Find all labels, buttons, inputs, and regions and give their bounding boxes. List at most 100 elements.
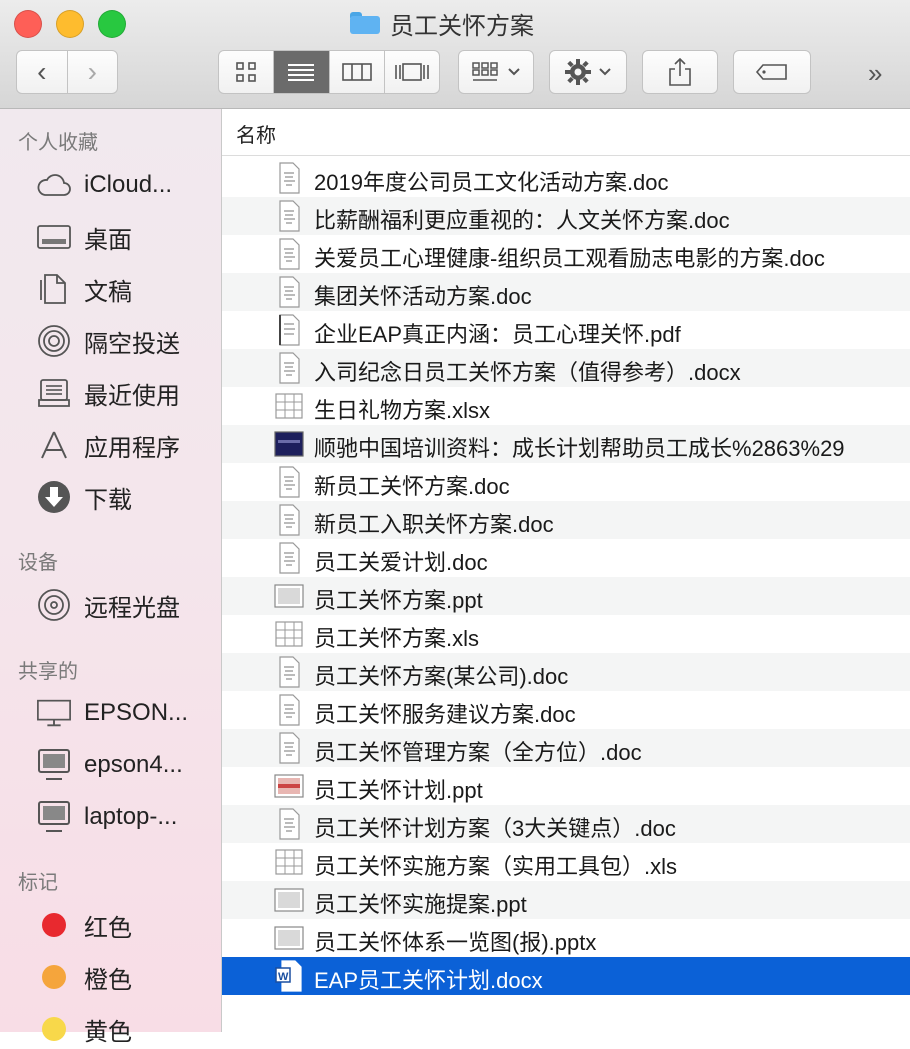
sidebar-tag-red[interactable]: 红色 (36, 905, 132, 945)
doc-file-icon (274, 276, 304, 308)
share-icon (669, 57, 691, 86)
action-menu-button[interactable] (549, 50, 627, 94)
icon-view-button[interactable] (219, 51, 273, 93)
file-row[interactable]: 企业EAP真正内涵：员工心理关怀.pdf (222, 311, 910, 349)
monitor-icon (38, 749, 70, 780)
file-name: 员工关怀方案.ppt (314, 588, 483, 613)
file-row[interactable]: 员工关怀计划方案（3大关键点）.doc (222, 805, 910, 843)
file-row[interactable]: 员工关怀方案(某公司).doc (222, 653, 910, 691)
toolbar-overflow-button[interactable]: » (868, 58, 882, 89)
gallery-view-button[interactable] (383, 51, 439, 93)
close-window-button[interactable] (14, 10, 42, 38)
sidebar-item-label: 红色 (84, 914, 132, 942)
doc-file-icon (274, 200, 304, 232)
sidebar-item-label: iCloud... (84, 171, 173, 198)
downloads-icon (38, 481, 70, 513)
file-row[interactable]: W EAP员工关怀计划.docx (222, 957, 910, 995)
file-row[interactable]: 员工关怀实施方案（实用工具包）.xls (222, 843, 910, 881)
sidebar-item-icloud[interactable]: iCloud... (36, 165, 172, 205)
tag-button[interactable] (733, 50, 811, 94)
column-header-name[interactable]: 名称 (222, 109, 910, 156)
cloud-icon (37, 174, 71, 196)
file-row[interactable]: 新员工关怀方案.doc (222, 463, 910, 501)
word-file-icon: W (274, 960, 304, 992)
file-row[interactable]: 新员工入职关怀方案.doc (222, 501, 910, 539)
shared-section-title: 共享的 (18, 661, 78, 683)
sidebar-item-label: 桌面 (84, 226, 132, 254)
file-list: 2019年度公司员工文化活动方案.doc 比薪酬福利更应重视的：人文关怀方案.do… (222, 159, 910, 995)
file-row[interactable]: 2019年度公司员工文化活动方案.doc (222, 159, 910, 197)
group-by-button[interactable] (458, 50, 534, 94)
file-name: 关爱员工心理健康-组织员工观看励志电影的方案.doc (314, 246, 825, 271)
more-icon: » (868, 58, 883, 88)
file-row[interactable]: 员工关爱计划.doc (222, 539, 910, 577)
file-row[interactable]: 员工关怀体系一览图(报).pptx (222, 919, 910, 957)
folder-icon (350, 12, 380, 34)
file-row[interactable]: 顺驰中国培训资料：成长计划帮助员工成长%2863%29 (222, 425, 910, 463)
orange-tag-dot-icon (42, 965, 66, 989)
doc-file-icon (274, 694, 304, 726)
ppt-file-icon (274, 884, 304, 916)
list-view-button[interactable] (273, 51, 329, 93)
file-name: 员工关怀方案(某公司).doc (314, 664, 569, 689)
sidebar-item-downloads[interactable]: 下载 (36, 477, 132, 517)
forward-button[interactable]: › (66, 51, 118, 93)
zoom-window-button[interactable] (98, 10, 126, 38)
doc-file-icon (274, 162, 304, 194)
sidebar-item-documents[interactable]: 文稿 (36, 269, 132, 309)
doc-file-icon (274, 732, 304, 764)
display-icon (37, 699, 71, 727)
file-row[interactable]: 生日礼物方案.xlsx (222, 387, 910, 425)
sidebar-item-laptop[interactable]: laptop-... (36, 797, 177, 837)
yellow-tag-dot-icon (42, 1017, 66, 1041)
sidebar-item-remote-disc[interactable]: 远程光盘 (36, 585, 180, 625)
file-row[interactable]: 员工关怀方案.ppt (222, 577, 910, 615)
file-row[interactable]: 入司纪念日员工关怀方案（值得参考）.docx (222, 349, 910, 387)
file-row[interactable]: 关爱员工心理健康-组织员工观看励志电影的方案.doc (222, 235, 910, 273)
sidebar-item-airdrop[interactable]: 隔空投送 (36, 321, 180, 361)
window-title-text: 员工关怀方案 (390, 12, 534, 40)
file-row[interactable]: 员工关怀方案.xls (222, 615, 910, 653)
minimize-window-button[interactable] (56, 10, 84, 38)
file-row[interactable]: 比薪酬福利更应重视的：人文关怀方案.doc (222, 197, 910, 235)
back-icon: ‹ (37, 56, 47, 87)
dark-file-icon (274, 428, 304, 460)
file-row[interactable]: 员工关怀服务建议方案.doc (222, 691, 910, 729)
sidebar-tag-orange[interactable]: 橙色 (36, 957, 132, 997)
forward-icon: › (87, 56, 97, 87)
sidebar-item-label: epson4... (84, 751, 183, 778)
share-button[interactable] (642, 50, 718, 94)
sidebar-item-label: 下载 (84, 486, 132, 514)
sidebar-item-epson[interactable]: EPSON... (36, 693, 188, 733)
file-row[interactable]: 员工关怀计划.ppt (222, 767, 910, 805)
sidebar-item-label: 文稿 (84, 278, 132, 306)
devices-section-title: 设备 (18, 552, 58, 574)
icon-view-icon (236, 62, 256, 82)
sidebar-item-epson4[interactable]: epson4... (36, 745, 183, 785)
sidebar-item-label: 最近使用 (84, 382, 180, 410)
file-row[interactable]: 员工关怀实施提案.ppt (222, 881, 910, 919)
sidebar: 个人收藏 iCloud... 桌面 文稿 隔空投送 最近使用 应用程序 下载 设… (0, 109, 222, 1046)
column-view-button[interactable] (328, 51, 384, 93)
file-name: 顺驰中国培训资料：成长计划帮助员工成长%2863%29 (314, 436, 845, 461)
list-view-icon (288, 64, 315, 81)
file-row[interactable]: 集团关怀活动方案.doc (222, 273, 910, 311)
file-name: 员工关怀方案.xls (314, 626, 480, 651)
sidebar-tag-yellow[interactable]: 黄色 (36, 1009, 132, 1049)
sidebar-item-applications[interactable]: 应用程序 (36, 425, 180, 465)
doc-file-icon (274, 656, 304, 688)
back-button[interactable]: ‹ (17, 51, 67, 93)
sidebar-item-desktop[interactable]: 桌面 (36, 217, 132, 257)
file-row[interactable]: 员工关怀管理方案（全方位）.doc (222, 729, 910, 767)
file-name: 入司纪念日员工关怀方案（值得参考）.docx (314, 360, 741, 385)
sidebar-item-recents[interactable]: 最近使用 (36, 373, 180, 413)
column-view-icon (341, 63, 372, 81)
window-toolbar: 员工关怀方案 ‹ › » (0, 0, 910, 109)
chevron-down-icon (599, 68, 611, 76)
ppt-file-icon (274, 580, 304, 612)
applications-icon (41, 431, 67, 459)
window-controls (14, 10, 126, 38)
tag-icon (755, 64, 787, 80)
column-header-label: 名称 (236, 125, 276, 147)
gallery-view-icon (395, 63, 429, 81)
